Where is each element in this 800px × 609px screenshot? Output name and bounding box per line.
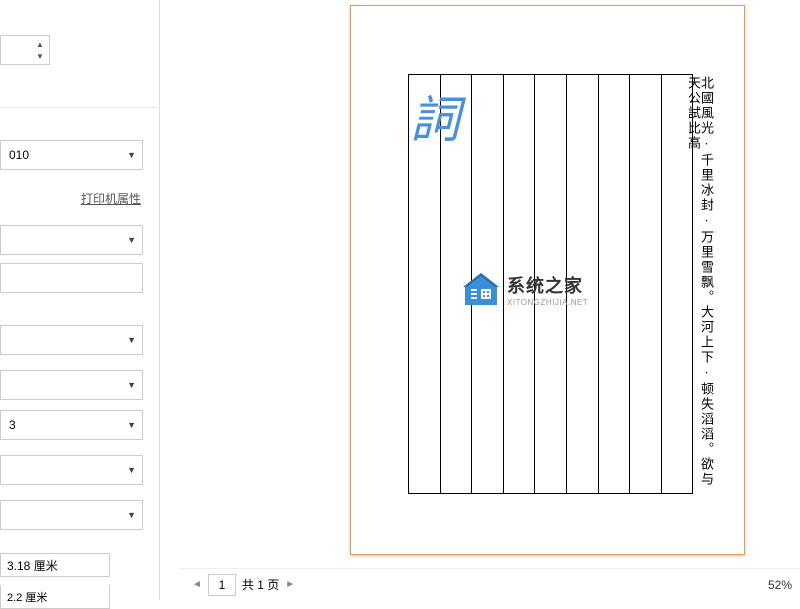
chevron-down-icon[interactable]: ▼ <box>33 51 47 61</box>
site-watermark: 系统之家 XITONGZHIJIA.NET <box>461 271 588 307</box>
chevron-up-icon[interactable]: ▲ <box>33 39 47 49</box>
ci-watermark: 詞 <box>410 80 460 152</box>
margin-value-2[interactable]: 2.2 厘米 <box>0 585 110 609</box>
next-page-icon[interactable]: ► <box>285 579 295 590</box>
chevron-down-icon: ▼ <box>127 150 136 160</box>
chevron-down-icon: ▼ <box>127 335 136 345</box>
print-preview-area: 北國風光·千里冰封·万里雪飘。大河上下·顿失滔滔。欲与天公試比高 詞 系统之家 … <box>180 0 800 565</box>
chevron-down-icon: ▼ <box>127 510 136 520</box>
document-text: 北國風光·千里冰封·万里雪飘。大河上下·顿失滔滔。欲与天公試比高 <box>687 76 713 494</box>
chevron-down-icon: ▼ <box>127 235 136 245</box>
page-navigation: ◄ 共 1 页 ► <box>192 574 295 596</box>
watermark-en: XITONGZHIJIA.NET <box>507 298 588 307</box>
zoom-level: 52% <box>768 578 792 592</box>
prev-page-icon[interactable]: ◄ <box>192 579 202 590</box>
sheets-select[interactable]: ▼ <box>0 500 143 530</box>
watermark-cn: 系统之家 <box>507 272 588 298</box>
paper-size-value: 3 <box>9 418 16 432</box>
page-total-label: 共 1 页 <box>242 576 279 593</box>
chevron-down-icon: ▼ <box>127 380 136 390</box>
orientation-select[interactable]: ▼ <box>0 370 143 400</box>
copies-spinner[interactable]: ▲ ▼ <box>0 35 50 65</box>
margins-select[interactable]: ▼ <box>0 455 143 485</box>
paper-size-select[interactable]: 3 ▼ <box>0 410 143 440</box>
print-settings-sidebar: ▲ ▼ 010 ▼ 打印机属性 ▼ ▼ ▼ 3 ▼ ▼ ▼ 3.18 厘米 2.… <box>0 0 160 600</box>
current-page-input[interactable] <box>208 574 236 596</box>
pages-select[interactable]: ▼ <box>0 225 143 255</box>
printer-select-value: 010 <box>9 148 29 162</box>
margin-value-1[interactable]: 3.18 厘米 <box>0 553 110 577</box>
chevron-down-icon: ▼ <box>127 420 136 430</box>
preview-page: 北國風光·千里冰封·万里雪飘。大河上下·顿失滔滔。欲与天公試比高 詞 系统之家 … <box>350 5 745 555</box>
page-range-input[interactable] <box>0 263 143 293</box>
margin-value-1-text: 3.18 厘米 <box>7 557 58 574</box>
house-icon <box>461 271 501 307</box>
preview-footer: ◄ 共 1 页 ► 52% <box>180 568 800 600</box>
margin-value-2-text: 2.2 厘米 <box>7 589 47 605</box>
printer-properties-link[interactable]: 打印机属性 <box>81 190 141 207</box>
collate-select[interactable]: ▼ <box>0 325 143 355</box>
printer-select[interactable]: 010 ▼ <box>0 140 143 170</box>
chevron-down-icon: ▼ <box>127 465 136 475</box>
